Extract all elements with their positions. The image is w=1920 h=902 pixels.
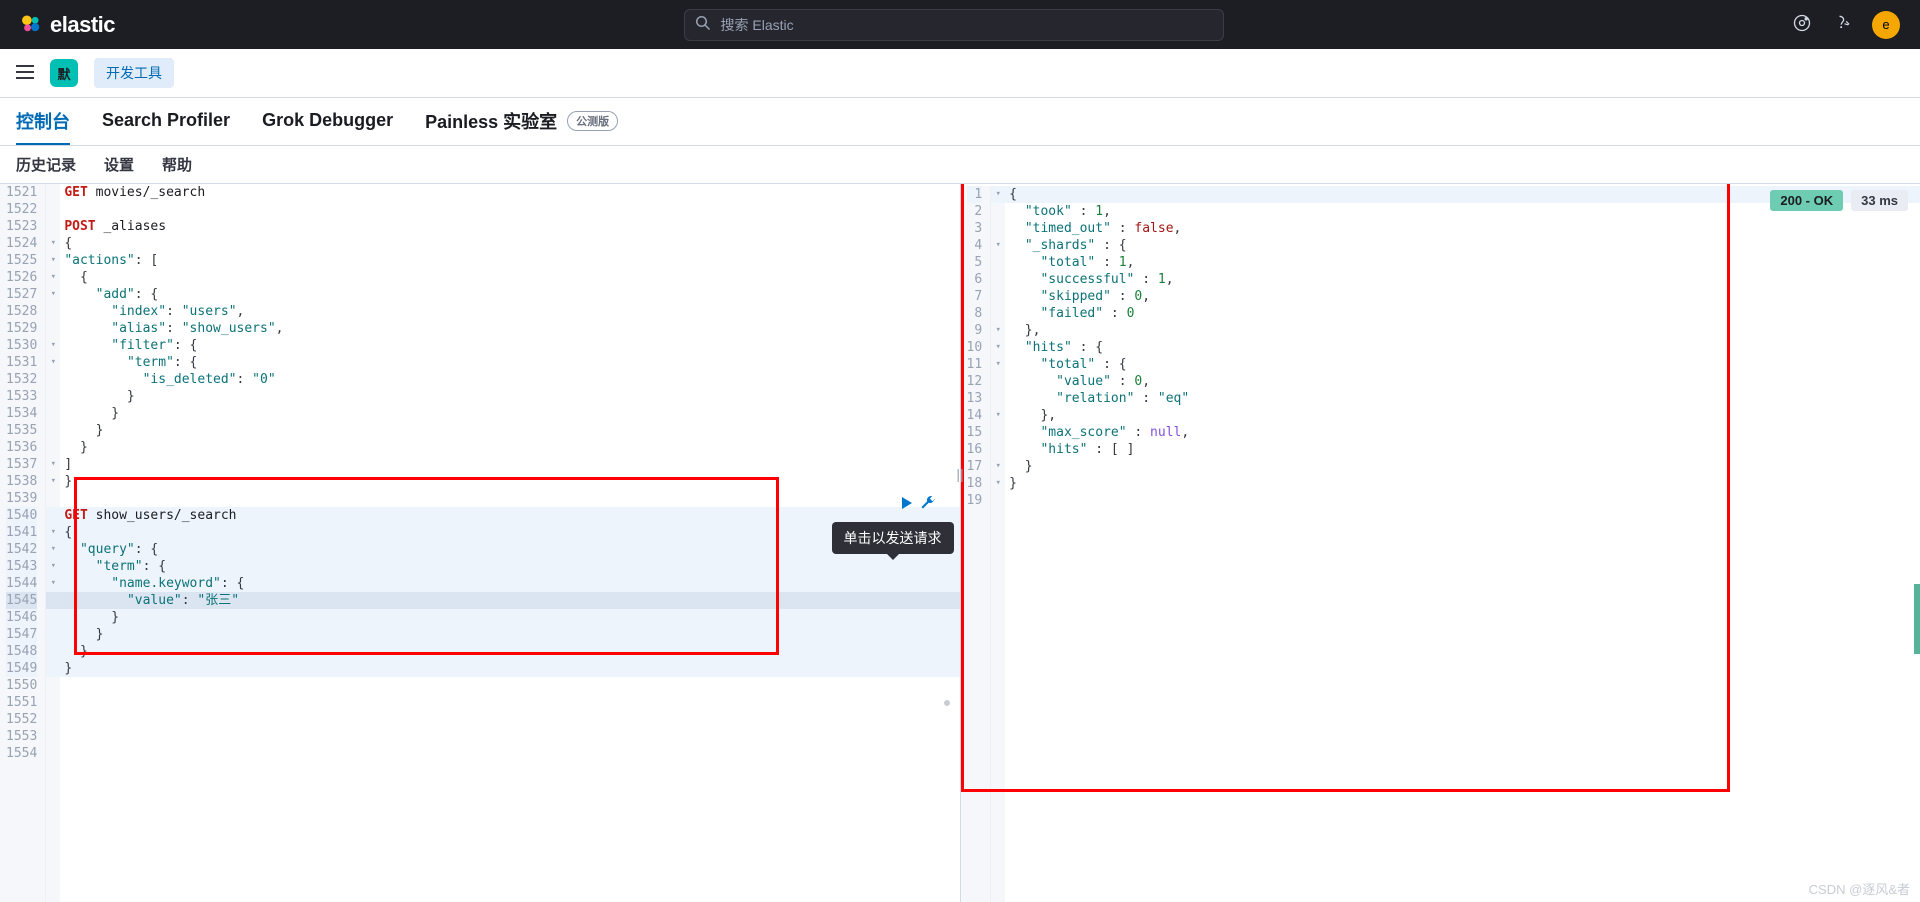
space-selector[interactable]: 默 [50,59,78,87]
top-header: elastic 搜索 Elastic e [0,0,1920,49]
subtab-help[interactable]: 帮助 [162,146,192,183]
request-code[interactable]: GET movies/_searchPOST _aliases{"actions… [60,184,959,902]
response-scroll-strip [1914,584,1920,654]
header-actions: e [1792,11,1908,39]
tab-search-profiler[interactable]: Search Profiler [102,98,230,145]
subtab-history[interactable]: 历史记录 [16,146,76,183]
global-search-wrap: 搜索 Elastic [115,9,1792,41]
tab-grok-debugger[interactable]: Grok Debugger [262,98,393,145]
elastic-logo-icon [20,12,42,37]
brand-text: elastic [50,12,115,38]
sub-header: 默 开发工具 [0,49,1920,98]
pane-resize-handle[interactable]: || [956,464,964,484]
nav-toggle-icon[interactable] [16,65,34,82]
watermark: CSDN @逐风&者 [1809,879,1910,898]
request-editor-pane: 1521152215231524152515261527152815291530… [0,184,961,902]
scroll-marker [944,700,950,706]
brand-logo[interactable]: elastic [12,12,115,38]
wrench-icon[interactable] [920,495,936,514]
console-main: 1521152215231524152515261527152815291530… [0,184,1920,902]
response-fold-gutter[interactable]: ▾▾▾▾▾▾▾▾ [991,186,1005,902]
search-placeholder: 搜索 Elastic [721,15,794,35]
response-pane: 200 - OK 33 ms 1234567891011121314151617… [961,184,1920,902]
tab-console[interactable]: 控制台 [16,98,70,145]
request-gutter: 1521152215231524152515261527152815291530… [0,184,46,902]
response-gutter: 12345678910111213141516171819 [961,186,992,902]
response-time-badge: 33 ms [1851,190,1908,211]
run-tooltip: 单击以发送请求 [832,522,954,554]
response-status-bar: 200 - OK 33 ms [1770,190,1908,211]
response-code[interactable]: { "took" : 1, "timed_out" : false, "_sha… [1005,186,1920,902]
help-icon[interactable] [1832,13,1852,36]
response-viewer[interactable]: 12345678910111213141516171819 ▾▾▾▾▾▾▾▾ {… [961,184,1920,902]
newsfeed-icon[interactable] [1792,13,1812,36]
request-fold-gutter[interactable]: ▾▾▾▾▾▾▾▾▾▾▾▾ [46,184,60,902]
tab-painless-lab[interactable]: Painless 实验室 公测版 [425,98,618,145]
request-action-buttons [898,495,936,514]
tool-tabs: 控制台 Search Profiler Grok Debugger Painle… [0,98,1920,146]
subtab-settings[interactable]: 设置 [104,146,134,183]
response-status-badge: 200 - OK [1770,190,1843,211]
user-avatar[interactable]: e [1872,11,1900,39]
search-icon [695,15,711,34]
request-editor[interactable]: 1521152215231524152515261527152815291530… [0,184,960,902]
console-subtabs: 历史记录 设置 帮助 [0,146,1920,184]
beta-badge: 公测版 [567,111,618,131]
global-search-input[interactable]: 搜索 Elastic [684,9,1224,41]
run-request-icon[interactable] [898,495,914,514]
breadcrumb-devtools[interactable]: 开发工具 [94,58,174,88]
